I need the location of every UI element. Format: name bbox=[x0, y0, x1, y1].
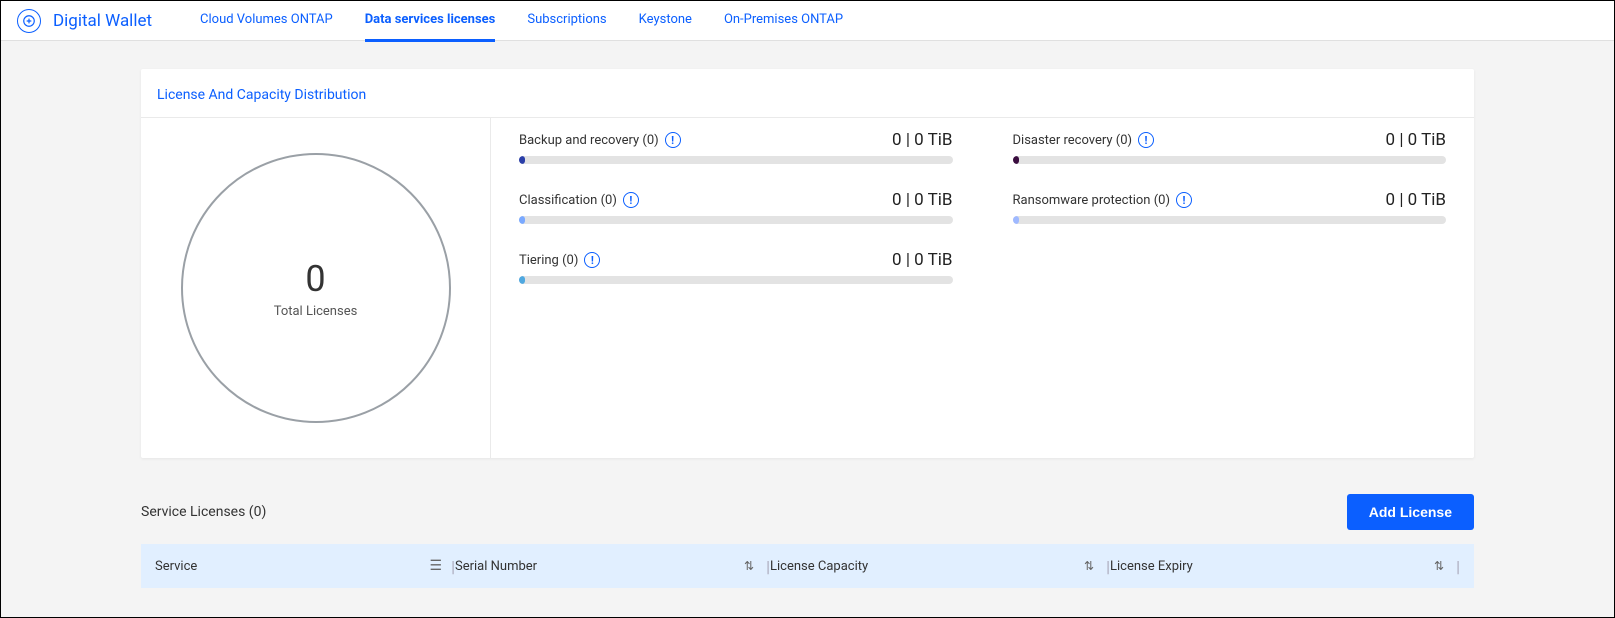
info-icon[interactable]: ! bbox=[584, 252, 600, 268]
metric-tiering: Tiering (0) ! 0 | 0 TiB bbox=[519, 250, 953, 284]
donut-label: Total Licenses bbox=[274, 304, 358, 319]
metric-backup-recovery: Backup and recovery (0) ! 0 | 0 TiB bbox=[519, 130, 953, 164]
progress-fill bbox=[1013, 156, 1019, 164]
column-divider: | bbox=[445, 557, 455, 576]
info-icon[interactable]: ! bbox=[623, 192, 639, 208]
filter-icon[interactable]: ☰ bbox=[430, 558, 440, 574]
distribution-card: License And Capacity Distribution 0 Tota… bbox=[141, 69, 1474, 458]
distribution-body: 0 Total Licenses Backup and recovery (0)… bbox=[141, 118, 1474, 458]
info-icon[interactable]: ! bbox=[1138, 132, 1154, 148]
tab-bar: Cloud Volumes ONTAP Data services licens… bbox=[200, 0, 843, 42]
distribution-title: License And Capacity Distribution bbox=[141, 69, 1474, 118]
progress-bar bbox=[1013, 156, 1447, 164]
progress-fill bbox=[1013, 216, 1019, 224]
sort-icon[interactable]: ⇅ bbox=[1084, 559, 1094, 573]
add-license-button[interactable]: Add License bbox=[1347, 494, 1474, 530]
sort-icon[interactable]: ⇅ bbox=[1434, 559, 1444, 573]
column-label: License Capacity bbox=[770, 559, 868, 574]
column-divider: | bbox=[1100, 557, 1110, 576]
metric-label: Backup and recovery (0) bbox=[519, 133, 659, 148]
tab-subscriptions[interactable]: Subscriptions bbox=[527, 0, 606, 42]
total-licenses-donut: 0 Total Licenses bbox=[181, 153, 451, 423]
licenses-title: Service Licenses (0) bbox=[141, 504, 266, 520]
column-label: Serial Number bbox=[455, 559, 537, 574]
tab-on-premises-ontap[interactable]: On-Premises ONTAP bbox=[724, 0, 843, 42]
licenses-list-header: Service Licenses (0) Add License bbox=[141, 494, 1474, 530]
sort-icon[interactable]: ⇅ bbox=[744, 559, 754, 573]
column-divider: | bbox=[1450, 557, 1460, 576]
column-license-capacity: License Capacity ⇅ | bbox=[770, 557, 1110, 576]
metric-value: 0 | 0 TiB bbox=[892, 130, 952, 150]
metric-value: 0 | 0 TiB bbox=[1386, 190, 1446, 210]
metric-label: Tiering (0) bbox=[519, 253, 578, 268]
metric-label: Disaster recovery (0) bbox=[1013, 133, 1133, 148]
wallet-icon bbox=[17, 9, 41, 33]
progress-fill bbox=[519, 156, 525, 164]
metric-value: 0 | 0 TiB bbox=[1386, 130, 1446, 150]
metrics-grid: Backup and recovery (0) ! 0 | 0 TiB Disa… bbox=[491, 118, 1474, 458]
donut-panel: 0 Total Licenses bbox=[141, 118, 491, 458]
tab-cloud-volumes-ontap[interactable]: Cloud Volumes ONTAP bbox=[200, 0, 333, 42]
page-content: License And Capacity Distribution 0 Tota… bbox=[1, 41, 1614, 588]
app-title: Digital Wallet bbox=[53, 11, 152, 31]
progress-fill bbox=[519, 216, 525, 224]
progress-fill bbox=[519, 276, 525, 284]
info-icon[interactable]: ! bbox=[665, 132, 681, 148]
progress-bar bbox=[1013, 216, 1447, 224]
metric-ransomware-protection: Ransomware protection (0) ! 0 | 0 TiB bbox=[1013, 190, 1447, 224]
tab-keystone[interactable]: Keystone bbox=[639, 0, 692, 42]
donut-value: 0 bbox=[305, 258, 325, 300]
licenses-table-header: Service ☰ | Serial Number ⇅ | License Ca… bbox=[141, 544, 1474, 588]
metric-value: 0 | 0 TiB bbox=[892, 250, 952, 270]
metric-label: Classification (0) bbox=[519, 193, 617, 208]
column-label: License Expiry bbox=[1110, 559, 1193, 574]
column-label: Service bbox=[155, 559, 197, 574]
info-icon[interactable]: ! bbox=[1176, 192, 1192, 208]
metric-classification: Classification (0) ! 0 | 0 TiB bbox=[519, 190, 953, 224]
app-header: Digital Wallet Cloud Volumes ONTAP Data … bbox=[1, 1, 1614, 41]
column-serial-number: Serial Number ⇅ | bbox=[455, 557, 770, 576]
metric-label: Ransomware protection (0) bbox=[1013, 193, 1171, 208]
metric-disaster-recovery: Disaster recovery (0) ! 0 | 0 TiB bbox=[1013, 130, 1447, 164]
progress-bar bbox=[519, 276, 953, 284]
progress-bar bbox=[519, 156, 953, 164]
column-license-expiry: License Expiry ⇅ | bbox=[1110, 557, 1460, 576]
metric-value: 0 | 0 TiB bbox=[892, 190, 952, 210]
tab-data-services-licenses[interactable]: Data services licenses bbox=[365, 0, 496, 42]
column-divider: | bbox=[760, 557, 770, 576]
progress-bar bbox=[519, 216, 953, 224]
column-service: Service ☰ | bbox=[155, 557, 455, 576]
